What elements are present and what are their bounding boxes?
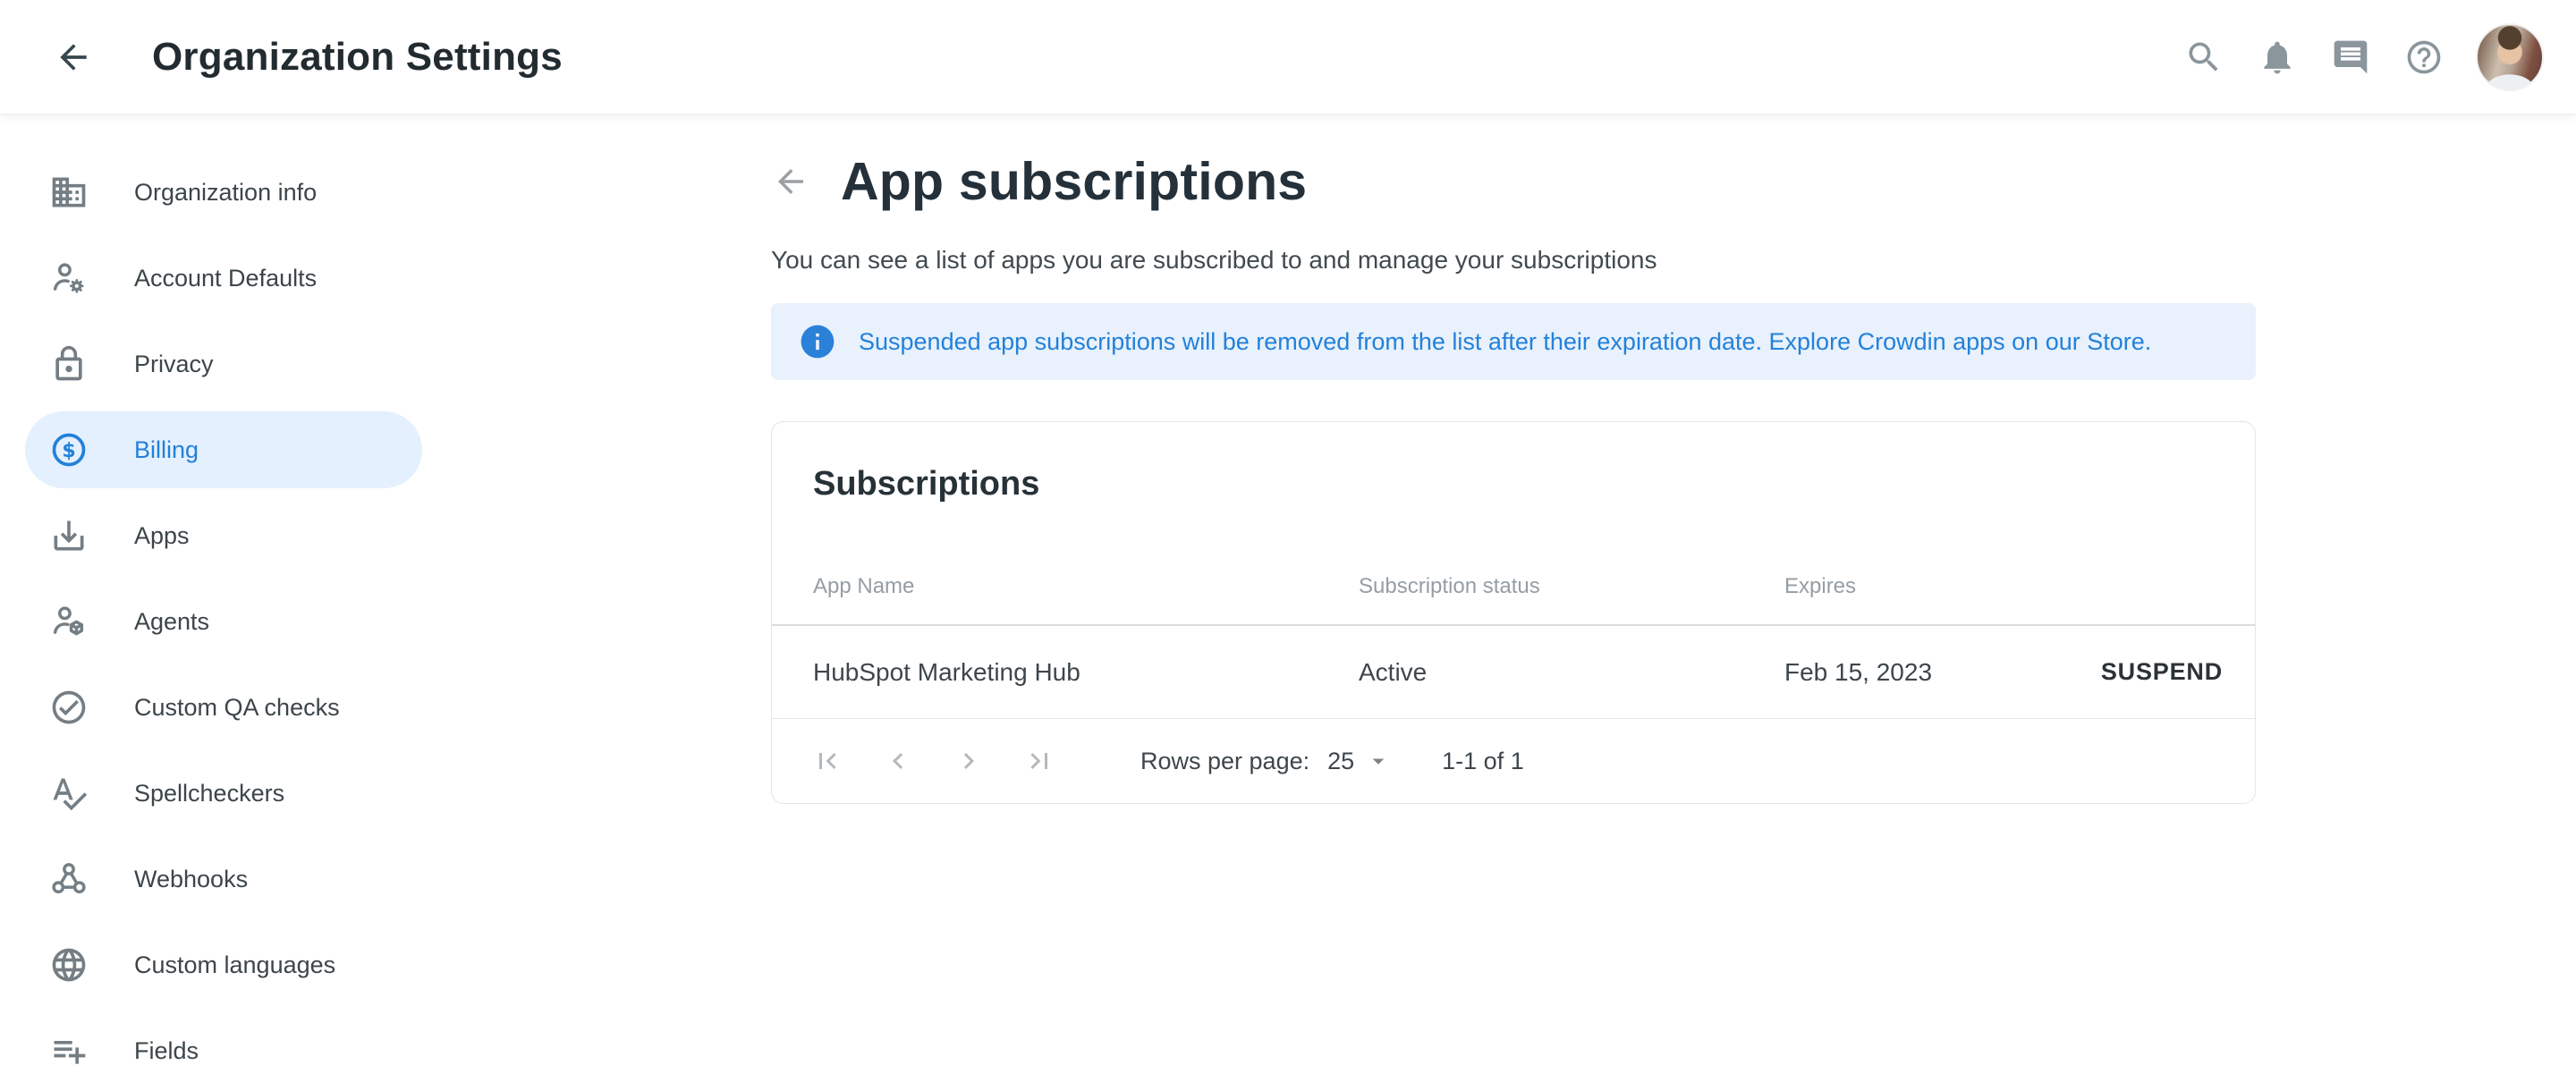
help-icon[interactable]	[2402, 36, 2445, 79]
rows-per-page-value[interactable]: 25	[1327, 748, 1354, 775]
sidebar-item-label: Webhooks	[134, 866, 248, 893]
dollar-circle-icon: $	[49, 430, 89, 469]
sidebar-item-spellcheckers[interactable]: Spellcheckers	[25, 755, 422, 832]
table-header-row: App Name Subscription status Expires	[772, 567, 2255, 606]
section-title: App subscriptions	[841, 151, 1307, 212]
card-title: Subscriptions	[813, 465, 1039, 503]
settings-sidebar: Organization info Account Defaults Priva…	[0, 114, 447, 1091]
top-app-bar: Organization Settings	[0, 0, 2576, 114]
webhook-icon	[49, 859, 89, 899]
sidebar-item-label: Custom languages	[134, 951, 335, 979]
sidebar-item-agents[interactable]: Agents	[25, 583, 422, 660]
notifications-bell-icon[interactable]	[2256, 36, 2299, 79]
messages-icon[interactable]	[2329, 36, 2372, 79]
globe-icon	[49, 945, 89, 985]
spellcheck-icon	[49, 774, 89, 813]
download-icon	[49, 516, 89, 555]
back-icon[interactable]	[771, 162, 810, 201]
previous-page-icon[interactable]	[877, 740, 919, 782]
column-header-expires: Expires	[1784, 574, 2223, 599]
appbar-actions	[2182, 23, 2544, 91]
subscriptions-card: Subscriptions App Name Subscription stat…	[771, 421, 2256, 804]
page-head: App subscriptions	[771, 151, 2256, 212]
sidebar-item-label: Billing	[134, 436, 199, 464]
sidebar-item-label: Spellcheckers	[134, 780, 284, 808]
sidebar-item-billing[interactable]: $ Billing	[25, 411, 422, 488]
main-content: App subscriptions You can see a list of …	[771, 114, 2256, 1091]
back-icon[interactable]	[52, 36, 95, 79]
info-banner-text[interactable]: Suspended app subscriptions will be remo…	[859, 328, 2151, 356]
user-cube-icon	[49, 602, 89, 641]
pagination-range: 1-1 of 1	[1442, 748, 1524, 775]
last-page-icon[interactable]	[1018, 740, 1061, 782]
next-page-icon[interactable]	[947, 740, 990, 782]
sidebar-item-label: Privacy	[134, 351, 214, 378]
sidebar-item-label: Account Defaults	[134, 265, 317, 292]
pagination-bar: Rows per page: 25 1-1 of 1	[772, 719, 2255, 803]
cell-expires: Feb 15, 2023	[1784, 658, 2101, 687]
sidebar-item-webhooks[interactable]: Webhooks	[25, 841, 422, 918]
sidebar-item-label: Fields	[134, 1037, 199, 1065]
cell-subscription-status: Active	[1359, 658, 1784, 687]
user-gear-icon	[49, 258, 89, 298]
sidebar-item-label: Custom QA checks	[134, 694, 340, 722]
sidebar-item-fields[interactable]: Fields	[25, 1012, 422, 1089]
user-avatar[interactable]	[2476, 23, 2544, 91]
sidebar-item-label: Organization info	[134, 179, 317, 207]
page-title: Organization Settings	[152, 35, 563, 80]
section-subtitle: You can see a list of apps you are subsc…	[771, 246, 2256, 275]
sidebar-item-custom-qa-checks[interactable]: Custom QA checks	[25, 669, 422, 746]
column-header-subscription-status: Subscription status	[1359, 574, 1784, 599]
page-layout: Organization info Account Defaults Priva…	[0, 114, 2576, 1091]
sidebar-item-privacy[interactable]: Privacy	[25, 326, 422, 402]
sidebar-item-account-defaults[interactable]: Account Defaults	[25, 240, 422, 317]
column-header-app-name: App Name	[813, 574, 1359, 599]
arrow-drop-down-icon[interactable]	[1365, 748, 1392, 774]
first-page-icon[interactable]	[806, 740, 849, 782]
search-icon[interactable]	[2182, 36, 2225, 79]
check-circle-icon	[49, 688, 89, 727]
suspend-button[interactable]: SUSPEND	[2101, 658, 2223, 686]
svg-text:$: $	[62, 440, 75, 462]
rows-per-page-label: Rows per page:	[1140, 748, 1309, 775]
cell-app-name: HubSpot Marketing Hub	[813, 658, 1359, 687]
lock-icon	[49, 344, 89, 384]
building-icon	[49, 173, 89, 212]
sidebar-item-custom-languages[interactable]: Custom languages	[25, 926, 422, 1003]
playlist-add-icon	[49, 1031, 89, 1070]
table-row: HubSpot Marketing Hub Active Feb 15, 202…	[772, 626, 2255, 718]
sidebar-item-organization-info[interactable]: Organization info	[25, 154, 422, 231]
sidebar-item-label: Apps	[134, 522, 190, 550]
info-icon	[798, 322, 837, 361]
sidebar-item-label: Agents	[134, 608, 209, 636]
sidebar-item-apps[interactable]: Apps	[25, 497, 422, 574]
info-banner: Suspended app subscriptions will be remo…	[771, 303, 2256, 380]
